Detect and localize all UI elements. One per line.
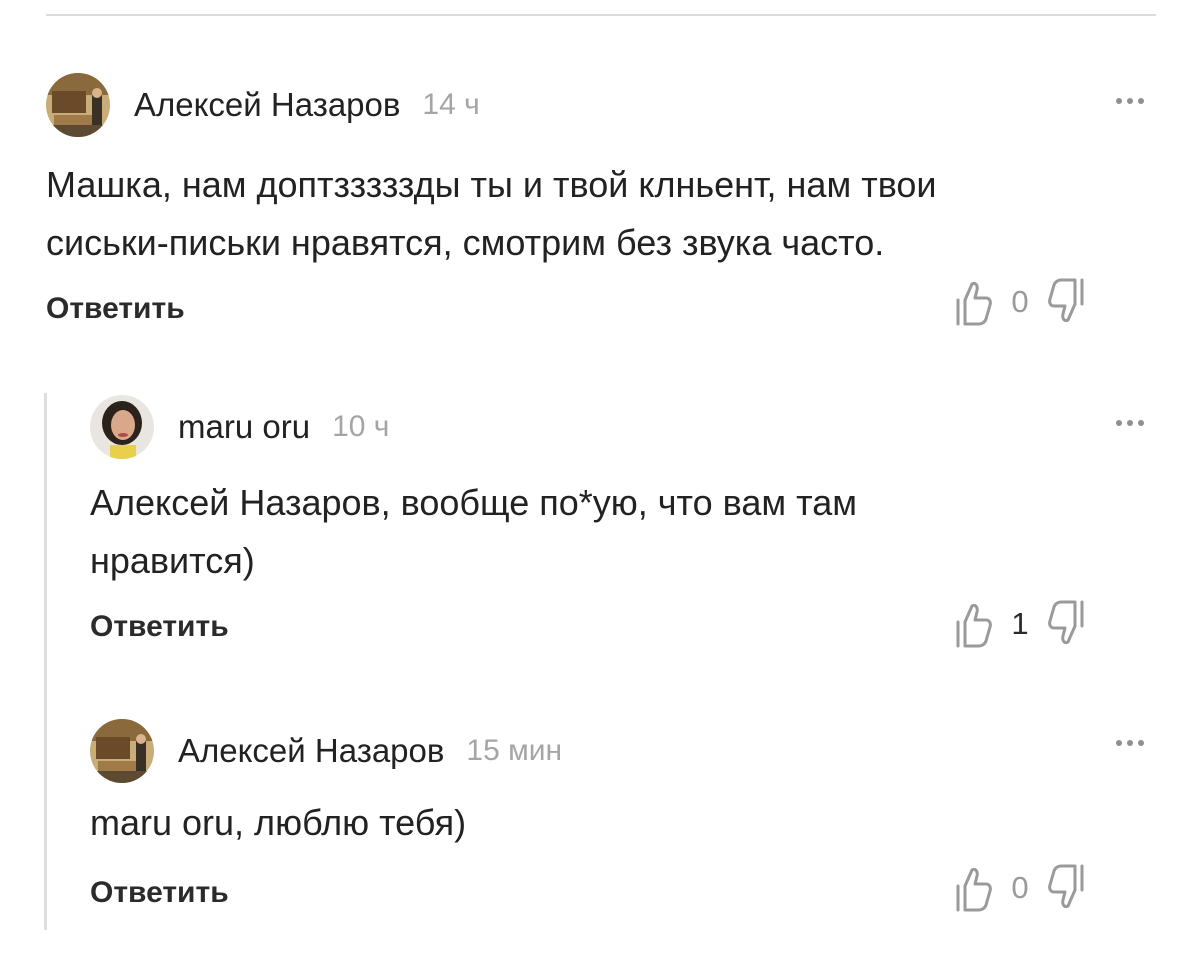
- like-count: 0: [1011, 284, 1029, 319]
- comment-time: 10 ч: [332, 410, 390, 443]
- comment-1: Алексей Назаров 14 ч Машка, нам доптзззз…: [46, 70, 1160, 340]
- comment-text-line: сиськи-письки нравятся, смотрим без звук…: [46, 222, 885, 263]
- thumbs-down-icon[interactable]: [1048, 864, 1088, 912]
- comment-author[interactable]: Алексей Назаров: [178, 732, 444, 770]
- reply-button[interactable]: Ответить: [90, 610, 229, 644]
- comment-3: Алексей Назаров 15 мин maru oru, люблю т…: [90, 716, 1160, 936]
- thumbs-up-icon[interactable]: [952, 864, 992, 912]
- top-divider: [46, 14, 1156, 16]
- reply-button[interactable]: Ответить: [46, 292, 185, 326]
- comment-time: 15 мин: [466, 734, 563, 767]
- thumbs-up-icon[interactable]: [952, 278, 992, 326]
- more-options-icon[interactable]: [1116, 98, 1144, 104]
- thumbs-down-icon[interactable]: [1048, 600, 1088, 648]
- comment-text-line: Алексей Назаров, вообще по*ую, что вам т…: [90, 482, 858, 523]
- comment-text-line: maru oru, люблю тебя): [90, 802, 467, 843]
- painting-avatar[interactable]: [46, 73, 110, 137]
- reply-button[interactable]: Ответить: [90, 876, 229, 910]
- comment-time: 14 ч: [422, 88, 480, 121]
- comment-header: maru oru 10 ч: [90, 392, 389, 462]
- more-options-icon[interactable]: [1116, 420, 1144, 426]
- comments-page: Алексей Назаров 14 ч Машка, нам доптзззз…: [0, 0, 1200, 965]
- painting-avatar[interactable]: [90, 719, 154, 783]
- thumbs-down-icon[interactable]: [1048, 278, 1088, 326]
- comment-text: maru oru, люблю тебя): [90, 794, 466, 852]
- vote-controls: 0: [952, 278, 1088, 326]
- comment-text-line: нравится): [90, 540, 255, 581]
- comment-author[interactable]: maru oru: [178, 408, 310, 446]
- comment-header: Алексей Назаров 15 мин: [90, 716, 562, 786]
- comment-header: Алексей Назаров 14 ч: [46, 70, 480, 140]
- comment-author[interactable]: Алексей Назаров: [134, 86, 400, 124]
- vote-controls: 0: [952, 864, 1088, 912]
- vote-controls: 1: [952, 600, 1088, 648]
- like-count: 1: [1011, 606, 1029, 641]
- comment-text: Машка, нам доптзззззды ты и твой клньент…: [46, 156, 937, 272]
- woman-portrait-avatar[interactable]: [90, 395, 154, 459]
- comment-text: Алексей Назаров, вообще по*ую, что вам т…: [90, 474, 857, 590]
- thumbs-up-icon[interactable]: [952, 600, 992, 648]
- comment-2: maru oru 10 ч Алексей Назаров, вообще по…: [90, 392, 1160, 662]
- reply-thread-line: [44, 393, 47, 930]
- more-options-icon[interactable]: [1116, 740, 1144, 746]
- comment-text-line: Машка, нам доптзззззды ты и твой клньент…: [46, 164, 937, 205]
- like-count: 0: [1011, 870, 1029, 905]
